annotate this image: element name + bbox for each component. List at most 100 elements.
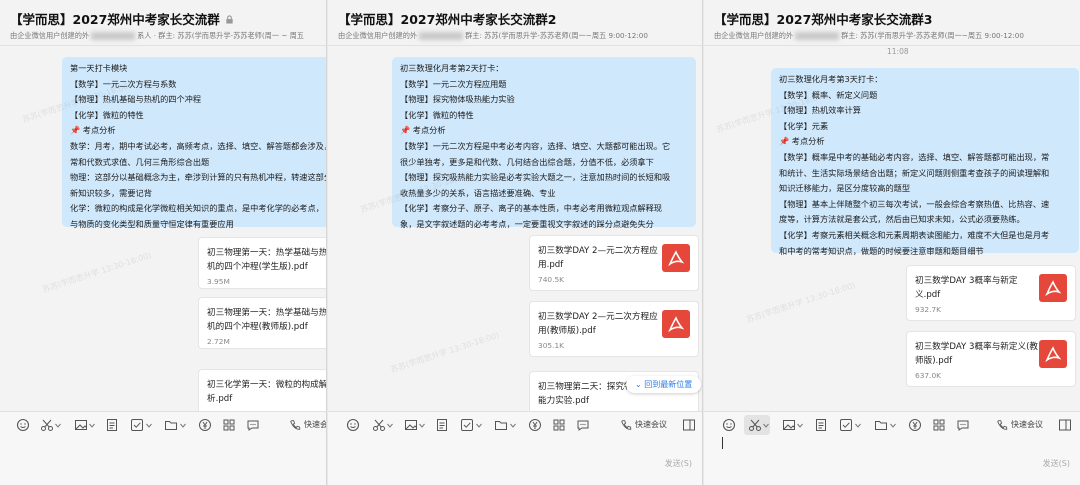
chat-title[interactable]: 【学而思】2027郑州中考家长交流群3	[714, 9, 933, 28]
double-chevron-down-icon: ⌄	[635, 380, 642, 389]
image-icon[interactable]	[74, 418, 88, 432]
chat-header: 【学而思】2027郑州中考家长交流群2 由企业微信用户创建的外 群主: 苏苏(学而…	[328, 0, 702, 46]
message-list[interactable]: 第一天打卡模块 【数学】一元二次方程与系数 【物理】热机基础与热机的四个冲程 【…	[0, 47, 326, 411]
file-name: 初三物理第一天：热学基础与热机的四个冲程(学生版).pdf	[207, 248, 326, 272]
chevron-down-icon[interactable]	[509, 418, 517, 432]
message-line: 与物质的变化类型和质量守恒定律有重要应用	[70, 218, 234, 229]
checkbox-icon[interactable]	[460, 418, 474, 432]
message-line: 【数学】一元二次方程是中考必考内容，选择、填空、大题都可能出现。它	[400, 140, 671, 151]
back-to-latest-button[interactable]: ⌄ 回到最新位置	[626, 376, 702, 393]
chevron-down-icon[interactable]	[796, 418, 804, 432]
apps-icon[interactable]	[222, 418, 236, 432]
quick-meeting-label[interactable]: 快速会议	[304, 419, 326, 430]
checkbox-icon[interactable]	[839, 418, 853, 432]
money-icon[interactable]	[198, 418, 212, 432]
emoji-icon[interactable]	[16, 418, 30, 432]
file-card[interactable]: 初三数学DAY 3概率与新定义.pdf 932.7K	[906, 265, 1076, 321]
file-card[interactable]: 初三数学DAY 2—元二次方程应用.pdf 740.5K	[529, 235, 699, 291]
file-card[interactable]: 初三数学DAY 3概率与新定义(教师版).pdf 637.0K	[906, 331, 1076, 387]
watermark: 苏苏(学而思升学 13:30-18:00)	[745, 280, 857, 325]
document-icon[interactable]	[435, 418, 449, 432]
chat-title[interactable]: 【学而思】2027郑州中考家长交流群	[10, 9, 234, 28]
chat-icon[interactable]	[246, 418, 260, 432]
chat-icon[interactable]	[956, 418, 970, 432]
chevron-down-icon[interactable]	[475, 418, 483, 432]
message-input[interactable]	[704, 437, 1080, 485]
folder-icon[interactable]	[494, 418, 508, 432]
watermark: 苏苏(学而思升学 13:30-18:00)	[41, 250, 153, 295]
chevron-down-icon[interactable]	[418, 418, 426, 432]
image-icon[interactable]	[782, 418, 796, 432]
chat-header: 【学而思】2027郑州中考家长交流群 由企业微信用户创建的外 系人 · 群主: 苏…	[0, 0, 326, 46]
file-name: 初三数学DAY 3概率与新定义.pdf	[915, 276, 1018, 300]
split-icon[interactable]	[682, 418, 696, 432]
folder-icon[interactable]	[874, 418, 888, 432]
image-icon[interactable]	[404, 418, 418, 432]
chevron-down-icon[interactable]	[88, 418, 96, 432]
message-line: 【数学】一元二次方程应用题	[400, 78, 507, 89]
message-list[interactable]: 初三数理化月考第2天打卡： 【数学】一元二次方程应用题 【物理】探究物体吸热能力…	[328, 47, 702, 411]
subtitle-creator: 由企业微信用户创建的外	[10, 31, 90, 40]
phone-icon[interactable]	[620, 418, 632, 432]
phone-icon[interactable]	[289, 418, 301, 432]
document-icon[interactable]	[105, 418, 119, 432]
blurred-text	[419, 32, 464, 40]
chevron-down-icon[interactable]	[854, 418, 862, 432]
apps-icon[interactable]	[552, 418, 566, 432]
chat-window-2: 【学而思】2027郑州中考家长交流群2 由企业微信用户创建的外 群主: 苏苏(学而…	[328, 0, 703, 485]
message-input[interactable]	[0, 437, 326, 485]
checkbox-icon[interactable]	[130, 418, 144, 432]
emoji-icon[interactable]	[346, 418, 360, 432]
file-name: 初三数学DAY 3概率与新定义(教师版).pdf	[915, 342, 1039, 366]
folder-icon[interactable]	[164, 418, 178, 432]
message-line: 【数学】一元二次方程与系数	[70, 78, 177, 89]
file-card[interactable]: 初三化学第一天：微粒的构成解析.pdf	[198, 369, 326, 411]
subtitle-owner: 群主: 苏苏(学而思升学-苏苏老师(周一~周五 9:00-12:00	[465, 31, 648, 40]
chevron-down-icon[interactable]	[762, 418, 770, 432]
chat-title-text[interactable]: 【学而思】2027郑州中考家长交流群	[10, 12, 220, 27]
send-button[interactable]: 发送(S)	[665, 458, 692, 469]
quick-meeting-label[interactable]: 快速会议	[1011, 419, 1043, 430]
message-line: 第一天打卡模块	[70, 63, 128, 73]
message-bubble[interactable]: 第一天打卡模块 【数学】一元二次方程与系数 【物理】热机基础与热机的四个冲程 【…	[62, 57, 326, 229]
chat-window-3: 【学而思】2027郑州中考家长交流群3 由企业微信用户创建的外 群主: 苏苏(学而…	[704, 0, 1080, 485]
scissors-icon[interactable]	[40, 418, 54, 432]
chat-icon[interactable]	[576, 418, 590, 432]
message-line: 度等，计算方法就是套公式，然后由已知求未知，公式必须要熟练。	[779, 214, 1025, 225]
message-line: 【化学】微粒的特性	[70, 109, 144, 120]
emoji-icon[interactable]	[722, 418, 736, 432]
file-card[interactable]: 初三物理第一天：热学基础与热机的四个冲程(学生版).pdf 3.95M	[198, 237, 326, 289]
message-input[interactable]	[328, 437, 702, 485]
file-name: 初三物理第一天：热学基础与热机的四个冲程(教师版).pdf	[207, 308, 326, 332]
subtitle-creator: 由企业微信用户创建的外	[714, 31, 794, 40]
message-bubble[interactable]: 初三数理化月考第2天打卡： 【数学】一元二次方程应用题 【物理】探究物体吸热能力…	[392, 57, 696, 229]
chevron-down-icon[interactable]	[386, 418, 394, 432]
phone-icon[interactable]	[996, 418, 1008, 432]
chat-subtitle: 由企业微信用户创建的外 系人 · 群主: 苏苏(学而思升学-苏苏老师(周一 ~ 周…	[10, 31, 304, 41]
message-line: 📌 考点分析	[400, 125, 446, 136]
document-icon[interactable]	[814, 418, 828, 432]
apps-icon[interactable]	[932, 418, 946, 432]
split-icon[interactable]	[1058, 418, 1072, 432]
scissors-icon[interactable]	[372, 418, 386, 432]
message-list[interactable]: 11:08 初三数理化月考第3天打卡： 【数学】概率、新定义问题 【物理】热机效…	[704, 47, 1080, 411]
message-line: 和统计、生活实际场景结合出题；新定义问题则侧重考查孩子的阅读理解和	[779, 167, 1050, 178]
pdf-icon	[662, 244, 690, 272]
file-card[interactable]: 初三数学DAY 2—元二次方程应用(教师版).pdf 305.1K	[529, 301, 699, 357]
scissors-icon[interactable]	[748, 418, 762, 432]
chevron-down-icon[interactable]	[145, 418, 153, 432]
chevron-down-icon[interactable]	[179, 418, 187, 432]
chevron-down-icon[interactable]	[54, 418, 62, 432]
money-icon[interactable]	[528, 418, 542, 432]
chevron-down-icon[interactable]	[889, 418, 897, 432]
chat-title[interactable]: 【学而思】2027郑州中考家长交流群2	[338, 9, 557, 28]
quick-meeting-label[interactable]: 快速会议	[635, 419, 667, 430]
message-bubble[interactable]: 初三数理化月考第3天打卡： 【数学】概率、新定义问题 【物理】热机效率计算 【化…	[771, 68, 1079, 256]
file-card[interactable]: 初三物理第一天：热学基础与热机的四个冲程(教师版).pdf 2.72M	[198, 297, 326, 349]
input-toolbar: 快速会议	[704, 411, 1080, 437]
blurred-text	[795, 32, 840, 40]
subtitle-creator: 由企业微信用户创建的外	[338, 31, 418, 40]
input-toolbar: 快速会议	[0, 411, 326, 437]
money-icon[interactable]	[908, 418, 922, 432]
send-button[interactable]: 发送(S)	[1043, 458, 1070, 469]
